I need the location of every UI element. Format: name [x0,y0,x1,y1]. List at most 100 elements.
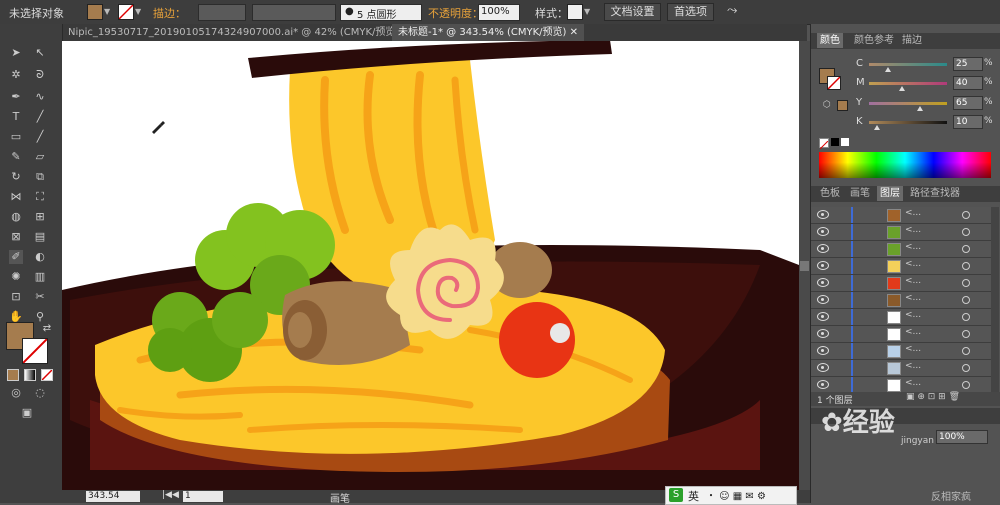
artboard-canvas[interactable] [62,41,799,490]
perspective-grid-icon[interactable]: ⊞ [33,210,47,224]
layer-row[interactable]: <... [811,241,991,258]
scroll-thumb[interactable] [800,261,809,271]
color-mode-icon[interactable] [7,369,19,381]
eye-icon[interactable] [817,295,829,304]
channel-y-thumb[interactable] [917,106,923,111]
ime-mode-label[interactable]: 英 [688,488,699,504]
channel-c-thumb[interactable] [885,67,891,72]
white-color-icon[interactable] [841,138,849,146]
target-icon[interactable] [962,262,970,270]
opacity-field[interactable]: 100% [478,4,520,21]
eye-icon[interactable] [817,261,829,270]
eraser-tool-icon[interactable]: ▱ [33,150,47,164]
vertical-scrollbar[interactable] [799,41,810,490]
document-setup-button[interactable]: 文档设置 [604,3,661,21]
eyedropper-tool-icon[interactable]: ✐ [9,250,23,264]
channel-m-field[interactable]: 40 [953,76,983,90]
none-mode-icon[interactable] [41,369,53,381]
chevron-down-icon[interactable]: ▼ [104,7,110,16]
eye-icon[interactable] [817,312,829,321]
transparency-opacity-field[interactable]: 100% [936,430,988,444]
layer-row[interactable]: <... [811,292,991,309]
eye-icon[interactable] [817,363,829,372]
channel-c-slider[interactable] [869,63,947,66]
width-tool-icon[interactable]: ⋈ [9,190,23,204]
channel-m-slider[interactable] [869,82,947,85]
color-spectrum[interactable] [819,152,991,178]
tab-nipic-document[interactable]: Nipic_19530717_20190105174324907000.ai* … [62,24,417,41]
artboard-tool-icon[interactable]: ⊡ [9,290,23,304]
blend-tool-icon[interactable]: ◐ [33,250,47,264]
column-graph-icon[interactable]: ▥ [33,270,47,284]
type-tool-icon[interactable]: T [9,110,23,124]
target-icon[interactable] [962,381,970,389]
eye-icon[interactable] [817,346,829,355]
tab-untitled-document[interactable]: 未标题-1* @ 343.54% (CMYK/预览) ✕ [392,24,585,41]
channel-c-field[interactable]: 25 [953,57,983,71]
tab-color-guide[interactable]: 颜色参考 [851,33,897,48]
magic-wand-icon[interactable]: ✲ [9,68,23,82]
ime-icons[interactable]: ・ ☺ ▦ ✉ ⚙ [706,487,766,502]
variable-width-profile[interactable] [252,4,336,21]
eye-icon[interactable] [817,227,829,236]
layer-row[interactable]: <... [811,224,991,241]
gradient-tool-icon[interactable]: ▤ [33,230,47,244]
draw-normal-icon[interactable]: ◎ [9,386,23,400]
eye-icon[interactable] [817,278,829,287]
pen-tool-icon[interactable]: ✒ [9,90,23,104]
tab-pathfinder[interactable]: 路径查找器 [907,186,963,201]
rotate-tool-icon[interactable]: ↻ [9,170,23,184]
zoom-field[interactable]: 343.54 [86,491,140,502]
direct-selection-tool-icon[interactable]: ↖ [33,46,47,60]
screen-mode-icon[interactable]: ▣ [20,406,34,420]
sogou-logo-icon[interactable]: S [669,488,683,502]
brush-definition-dropdown[interactable]: ● 5 点圆形 [340,4,422,21]
channel-y-slider[interactable] [869,102,947,105]
selection-tool-icon[interactable]: ➤ [9,46,23,60]
layer-row[interactable]: <... [811,309,991,326]
channel-k-thumb[interactable] [874,125,880,130]
paintbrush-tool-icon[interactable]: ╱ [33,130,47,144]
page-field[interactable]: 1 [183,491,223,502]
tab-swatches[interactable]: 色板 [817,186,843,201]
pencil-tool-icon[interactable]: ✎ [9,150,23,164]
fill-swatch[interactable] [87,4,103,20]
line-tool-icon[interactable]: ╱ [33,110,47,124]
swap-colors-icon[interactable]: ⇄ [40,322,54,336]
stroke-swatch[interactable] [118,4,134,20]
channel-k-field[interactable]: 10 [953,115,983,129]
channel-m-thumb[interactable] [899,86,905,91]
target-icon[interactable] [962,330,970,338]
tab-color[interactable]: 颜色 [817,33,843,48]
mesh-tool-icon[interactable]: ⊠ [9,230,23,244]
layer-row[interactable]: <... [811,275,991,292]
scale-tool-icon[interactable]: ⧉ [33,170,47,184]
stroke-color-box[interactable] [22,338,48,364]
target-icon[interactable] [962,228,970,236]
stroke-label[interactable]: 描边： [153,5,186,21]
gradient-mode-icon[interactable] [24,369,36,381]
slice-tool-icon[interactable]: ✂ [33,290,47,304]
out-of-gamut-icon[interactable]: ⬡ [823,100,831,110]
eye-icon[interactable] [817,244,829,253]
target-icon[interactable] [962,347,970,355]
arrange-icon[interactable]: ⤳ [727,3,737,18]
target-icon[interactable] [962,279,970,287]
black-color-icon[interactable] [831,138,839,146]
panel-stroke-swatch[interactable] [827,76,841,90]
layer-row[interactable]: <... [811,377,991,392]
curvature-tool-icon[interactable]: ∿ [33,90,47,104]
first-page-icon[interactable]: |◀ [162,490,172,500]
layer-row[interactable]: <... [811,343,991,360]
stroke-weight-field[interactable] [198,4,246,21]
tab-layers[interactable]: 图层 [877,186,903,201]
target-icon[interactable] [962,364,970,372]
layer-actions-icons[interactable]: ▣ ⊕ ⊡ ⊞ 🗑 [906,392,960,402]
eye-icon[interactable] [817,329,829,338]
target-icon[interactable] [962,296,970,304]
draw-behind-icon[interactable]: ◌ [33,386,47,400]
tab-brushes[interactable]: 画笔 [847,186,873,201]
chevron-down-icon[interactable]: ▼ [135,7,141,16]
layer-row[interactable]: <... [811,207,991,224]
rectangle-tool-icon[interactable]: ▭ [9,130,23,144]
